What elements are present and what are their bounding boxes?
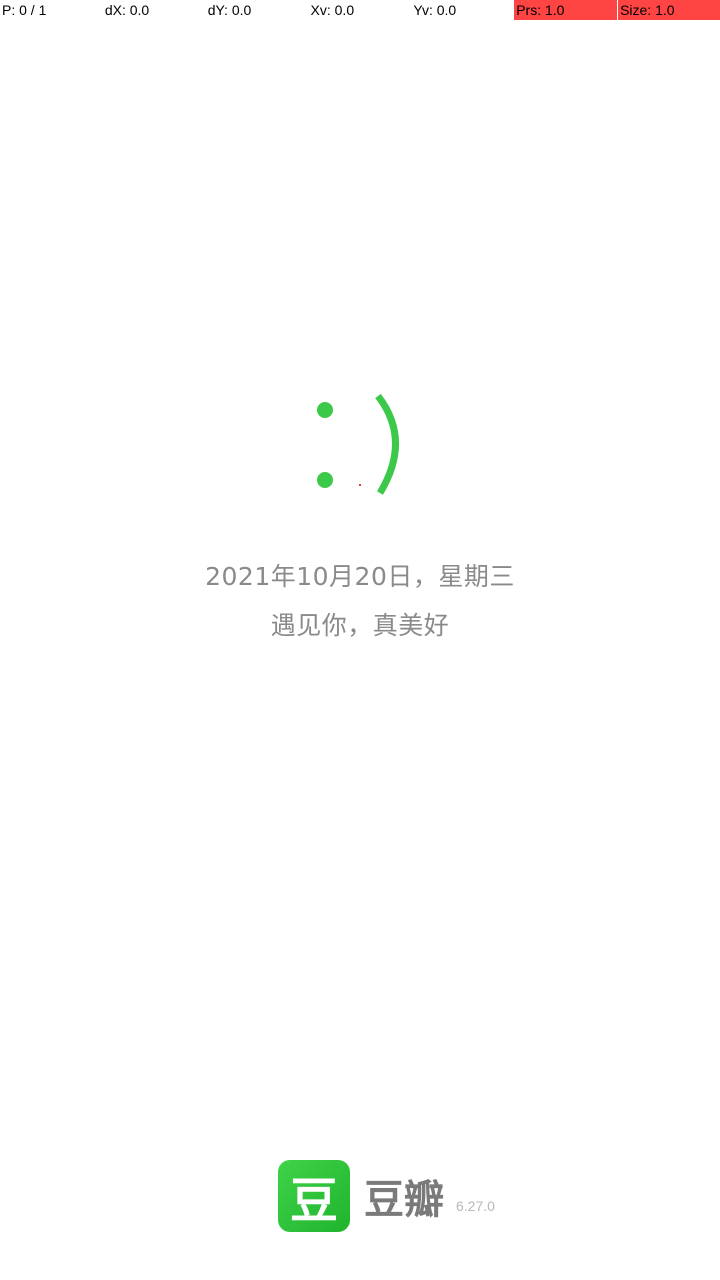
smiley-mouth bbox=[375, 393, 399, 495]
douban-logo-icon: 豆 bbox=[278, 1160, 350, 1232]
smiley-face-icon bbox=[317, 393, 399, 495]
debug-xv: Xv: 0.0 bbox=[310, 2, 355, 18]
debug-yv: Yv: 0.0 bbox=[413, 2, 457, 18]
brand-name: 豆瓣 bbox=[364, 1177, 444, 1223]
smiley-eye-top bbox=[317, 402, 333, 418]
app-version: 6.27.0 bbox=[456, 1198, 495, 1214]
splash-screen: P: 0 / 1 dX: 0.0 dY: 0.0 Xv: 0.0 Yv: 0.0… bbox=[0, 0, 720, 1280]
touch-point-dot bbox=[359, 484, 361, 486]
brand-footer: 豆 豆瓣 6.27.0 bbox=[278, 1160, 495, 1232]
debug-size: Size: 1.0 bbox=[617, 0, 720, 20]
debug-pressure: Prs: 1.0 bbox=[514, 0, 618, 20]
greeting-text: 遇见你，真美好 bbox=[270, 611, 450, 640]
debug-dy: dY: 0.0 bbox=[207, 2, 252, 18]
pointer-location-overlay: P: 0 / 1 dX: 0.0 dY: 0.0 Xv: 0.0 Yv: 0.0… bbox=[0, 0, 720, 20]
date-text: 2021年10月20日，星期三 bbox=[205, 562, 515, 591]
smiley-eye-bottom bbox=[317, 472, 333, 488]
debug-pointer: P: 0 / 1 bbox=[2, 2, 47, 18]
debug-dx: dX: 0.0 bbox=[104, 2, 150, 18]
